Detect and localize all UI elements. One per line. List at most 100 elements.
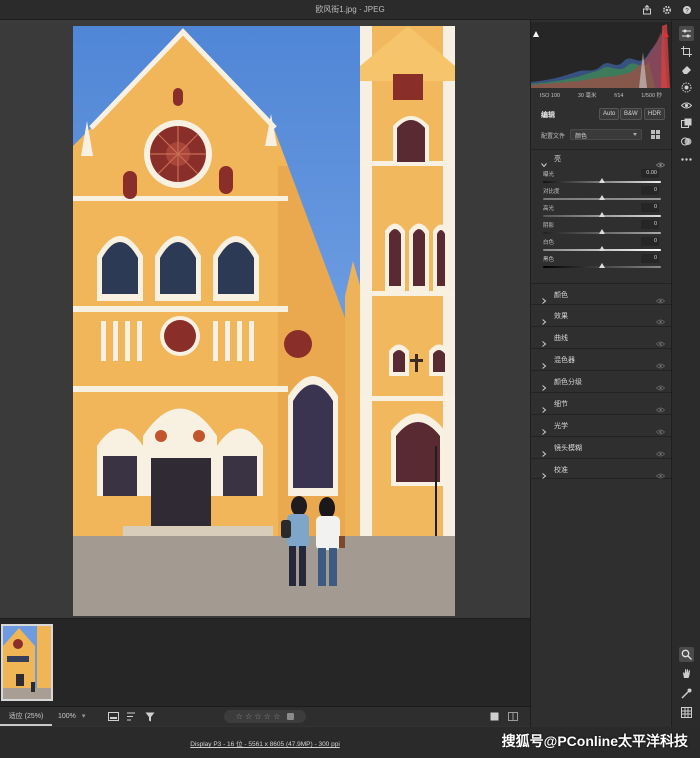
- section-label: 颜色: [554, 292, 568, 299]
- chevron-right-icon: [541, 422, 547, 435]
- visibility-eye-icon[interactable]: [655, 422, 666, 435]
- chevron-right-icon: [541, 334, 547, 347]
- effects-section-header[interactable]: 效果: [531, 304, 671, 325]
- exif-info: ISO 100 30 毫米 f/14 1/500 秒: [531, 90, 671, 102]
- hand-tool-icon[interactable]: [680, 667, 693, 680]
- title-bar: 欧风街1.jpg · JPEG ?: [0, 0, 700, 20]
- slider-thumb[interactable]: [599, 195, 605, 200]
- calibration-section-header[interactable]: 校准: [531, 458, 671, 479]
- visibility-eye-icon[interactable]: [655, 466, 666, 479]
- grid-overlay-icon[interactable]: [680, 706, 693, 719]
- fit-zoom-button[interactable]: 适应 (25%): [0, 707, 52, 726]
- edit-title: 编辑: [541, 112, 555, 119]
- exposure-slider[interactable]: 曝光 0.00: [531, 169, 671, 186]
- visibility-eye-icon[interactable]: [655, 400, 666, 413]
- shadow-clipping-icon[interactable]: [533, 24, 539, 37]
- slider-thumb[interactable]: [599, 263, 605, 268]
- color-mixer-section-header[interactable]: 混色器: [531, 348, 671, 369]
- profile-select[interactable]: 颜色: [570, 129, 642, 140]
- slider-value[interactable]: 0.00: [641, 169, 659, 178]
- slider-label: 黑色: [543, 257, 555, 263]
- eraser-heal-icon[interactable]: [680, 63, 693, 76]
- filmstrip-view-icon[interactable]: [107, 711, 119, 722]
- visibility-eye-icon[interactable]: [655, 444, 666, 457]
- presets-icon[interactable]: [680, 117, 693, 130]
- masking-icon[interactable]: [680, 81, 693, 94]
- visibility-eye-icon[interactable]: [655, 334, 666, 347]
- section-label: 镜头模糊: [554, 445, 582, 452]
- contrast-slider[interactable]: 对比度 0: [531, 186, 671, 203]
- visibility-eye-icon[interactable]: [655, 155, 666, 168]
- edit-header: 编辑 Auto B&W HDR: [531, 108, 671, 124]
- workflow-options-link[interactable]: Display P3 - 16 位 - 5561 x 8605 (47.9MP)…: [0, 738, 530, 748]
- compare-view-icon[interactable]: [507, 711, 519, 722]
- tool-strip: [671, 20, 700, 727]
- chevron-right-icon: [541, 378, 547, 391]
- slider-thumb[interactable]: [599, 178, 605, 183]
- highlight-clipping-icon[interactable]: [663, 24, 669, 37]
- profile-browser-icon[interactable]: [651, 130, 660, 139]
- help-icon[interactable]: ?: [680, 3, 694, 17]
- highlights-slider[interactable]: 高光 0: [531, 203, 671, 220]
- color-grading-section-header[interactable]: 颜色分级: [531, 370, 671, 391]
- single-view-icon[interactable]: [488, 711, 500, 722]
- chevron-right-icon: [541, 312, 547, 325]
- crop-icon[interactable]: [680, 45, 693, 58]
- slider-value[interactable]: 0: [641, 203, 659, 212]
- section-label: 混色器: [554, 357, 575, 364]
- edit-sliders-icon[interactable]: [679, 26, 694, 41]
- color-section-header[interactable]: 颜色: [531, 283, 671, 304]
- edit-panel: ISO 100 30 毫米 f/14 1/500 秒 编辑 Auto B&W H…: [530, 20, 671, 727]
- image-canvas[interactable]: [0, 20, 530, 618]
- slider-value[interactable]: 0: [641, 186, 659, 195]
- visibility-eye-icon[interactable]: [655, 378, 666, 391]
- profile-value: 颜色: [575, 134, 588, 140]
- blacks-slider[interactable]: 黑色 0: [531, 254, 671, 271]
- rating-stars[interactable]: ☆ ☆ ☆ ☆ ☆: [236, 712, 281, 721]
- zoom-100-button[interactable]: 100% ▾: [58, 707, 98, 726]
- slider-thumb[interactable]: [599, 212, 605, 217]
- chevron-down-icon: [633, 133, 637, 136]
- slider-label: 曝光: [543, 172, 555, 178]
- photo-preview[interactable]: [73, 26, 455, 616]
- sampler-tool-icon[interactable]: [680, 687, 693, 700]
- more-options-icon[interactable]: [680, 153, 693, 166]
- reject-flag-icon[interactable]: [287, 713, 295, 720]
- visibility-eye-icon[interactable]: [655, 291, 666, 304]
- lens-blur-section-header[interactable]: 镜头模糊: [531, 436, 671, 457]
- slider-value[interactable]: 0: [641, 237, 659, 246]
- exif-shutter: 1/500 秒: [641, 93, 663, 99]
- slider-label: 高光: [543, 206, 555, 212]
- window-title: 欧风街1.jpg · JPEG: [315, 5, 385, 14]
- slider-value[interactable]: 0: [641, 220, 659, 229]
- slider-value[interactable]: 0: [641, 254, 659, 263]
- detail-section-header[interactable]: 细节: [531, 392, 671, 413]
- star-rating[interactable]: ☆ ☆ ☆ ☆ ☆: [224, 710, 306, 723]
- light-section-header[interactable]: 亮: [531, 150, 671, 168]
- section-label: 校准: [554, 467, 568, 474]
- sort-icon[interactable]: [126, 711, 138, 722]
- slider-thumb[interactable]: [599, 246, 605, 251]
- share-icon[interactable]: [640, 3, 654, 17]
- chevron-right-icon: [541, 356, 547, 369]
- slider-thumb[interactable]: [599, 229, 605, 234]
- filmstrip-thumbnail[interactable]: [1, 624, 53, 701]
- curves-section-header[interactable]: 曲线: [531, 326, 671, 347]
- hdr-button[interactable]: HDR: [644, 108, 665, 120]
- red-eye-icon[interactable]: [680, 99, 693, 112]
- filter-icon[interactable]: [144, 711, 156, 722]
- visibility-eye-icon[interactable]: [655, 312, 666, 325]
- chevron-right-icon: [541, 400, 547, 413]
- visibility-eye-icon[interactable]: [655, 356, 666, 369]
- whites-slider[interactable]: 白色 0: [531, 237, 671, 254]
- section-label: 光学: [554, 423, 568, 430]
- bw-button[interactable]: B&W: [620, 108, 642, 120]
- shadows-slider[interactable]: 阴影 0: [531, 220, 671, 237]
- auto-button[interactable]: Auto: [599, 108, 620, 120]
- zoom-dropdown-icon[interactable]: ▾: [82, 713, 86, 720]
- zoom-tool-icon[interactable]: [679, 647, 694, 662]
- snapshots-icon[interactable]: [680, 135, 693, 148]
- optics-section-header[interactable]: 光学: [531, 414, 671, 435]
- settings-gear-icon[interactable]: [660, 3, 674, 17]
- histogram: [531, 22, 671, 88]
